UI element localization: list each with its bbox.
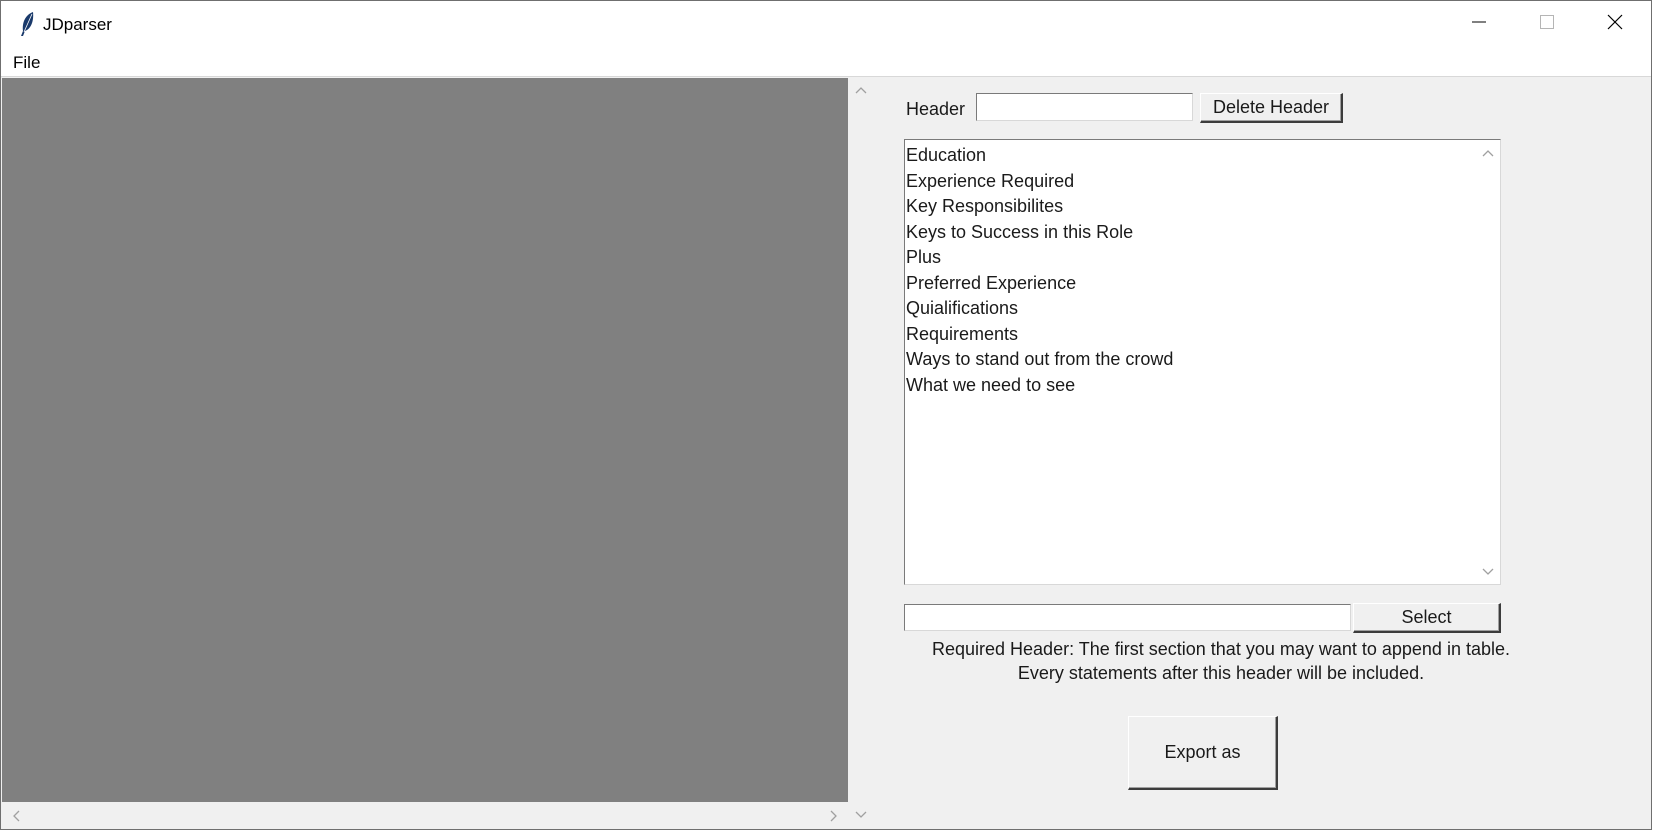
close-button[interactable] [1581, 1, 1649, 48]
chevron-down-icon[interactable] [854, 807, 868, 821]
list-item[interactable]: Ways to stand out from the crowd [905, 347, 1500, 373]
title-bar[interactable]: JDparser [1, 1, 1651, 48]
chevron-up-icon[interactable] [1481, 147, 1495, 161]
maximize-icon [1540, 15, 1554, 34]
chevron-left-icon[interactable] [10, 809, 24, 823]
delete-header-button[interactable]: Delete Header [1200, 93, 1343, 123]
minimize-button[interactable] [1445, 1, 1513, 48]
listbox-scrollbar[interactable] [1476, 140, 1500, 584]
select-input[interactable] [904, 604, 1351, 631]
close-icon [1607, 14, 1623, 35]
menu-file[interactable]: File [13, 53, 40, 73]
app-window: JDparser File Header Delete Header Educa… [0, 0, 1652, 830]
chevron-down-icon[interactable] [1481, 564, 1495, 578]
list-item[interactable]: Quialifications [905, 296, 1500, 322]
feather-icon [19, 11, 37, 37]
header-input[interactable] [976, 93, 1193, 121]
list-item[interactable]: Plus [905, 245, 1500, 271]
list-item[interactable]: Key Responsibilites [905, 194, 1500, 220]
header-label: Header [906, 99, 966, 119]
headers-listbox[interactable]: Education Experience Required Key Responsi… [904, 139, 1501, 585]
list-item[interactable]: Requirements [905, 322, 1500, 348]
info-line-2: Every statements after this header will … [1017, 663, 1425, 683]
info-line-1: Required Header: The first section that … [931, 639, 1510, 659]
list-item[interactable]: Experience Required [905, 169, 1500, 195]
horizontal-scrollbar[interactable] [2, 802, 848, 829]
select-button[interactable]: Select [1353, 603, 1501, 633]
required-header-info: Required Header: The first section that … [881, 637, 1561, 685]
list-item[interactable]: Keys to Success in this Role [905, 220, 1500, 246]
list-item[interactable]: What we need to see [905, 373, 1500, 399]
list-item[interactable]: Education [905, 143, 1500, 169]
chevron-right-icon[interactable] [826, 809, 840, 823]
headers-list: Education Experience Required Key Responsi… [905, 140, 1500, 398]
document-canvas[interactable] [2, 78, 848, 802]
vertical-scrollbar[interactable] [848, 78, 875, 829]
list-item[interactable]: Preferred Experience [905, 271, 1500, 297]
minimize-icon [1472, 15, 1486, 34]
window-title: JDparser [43, 15, 112, 34]
menu-bar: File [1, 48, 1651, 77]
export-as-button[interactable]: Export as [1128, 716, 1278, 790]
maximize-button[interactable] [1513, 1, 1581, 48]
chevron-up-icon[interactable] [854, 84, 868, 98]
